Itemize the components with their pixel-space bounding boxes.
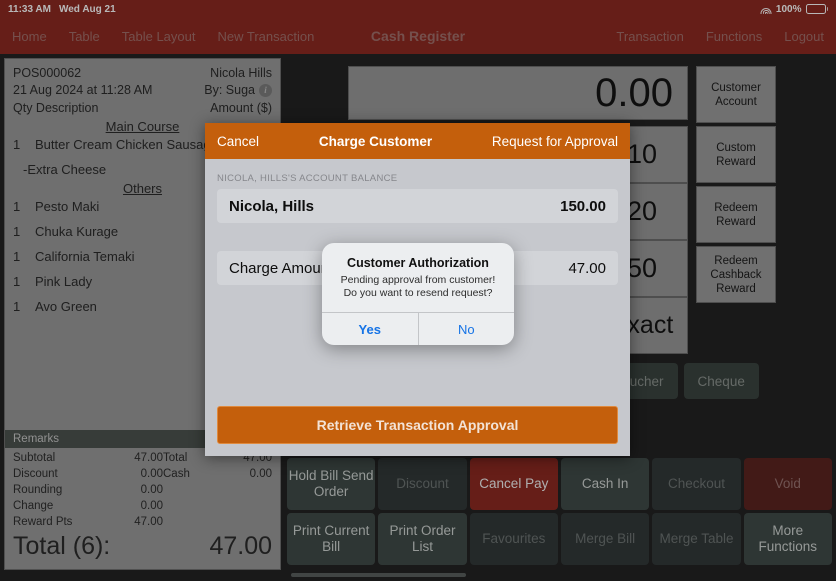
account-balance-row[interactable]: Nicola, Hills 150.00 [217, 189, 618, 223]
modal-title-bar: Cancel Charge Customer Request for Appro… [205, 123, 630, 159]
account-balance-name: Nicola, Hills [229, 197, 315, 215]
alert-button-row: Yes No [322, 312, 514, 345]
charge-amount-label: Charge Amount [229, 259, 334, 277]
account-balance-value: 150.00 [560, 197, 606, 215]
retrieve-transaction-approval-button[interactable]: Retrieve Transaction Approval [217, 406, 618, 444]
modal-title: Charge Customer [318, 133, 433, 149]
request-for-approval-button[interactable]: Request for Approval [492, 134, 618, 149]
alert-title: Customer Authorization [347, 256, 489, 270]
alert-message: Pending approval from customer! Do you w… [340, 274, 496, 299]
modal-cancel-button[interactable]: Cancel [217, 134, 259, 149]
alert-no-button[interactable]: No [417, 313, 515, 345]
alert-yes-button[interactable]: Yes [322, 313, 418, 345]
modal-footer: Retrieve Transaction Approval [205, 396, 630, 456]
account-balance-section-label: Nicola, Hills's Account Balance [217, 173, 398, 184]
alert-body: Customer Authorization Pending approval … [322, 243, 514, 312]
customer-authorization-alert: Customer Authorization Pending approval … [322, 243, 514, 345]
charge-amount-value: 47.00 [568, 259, 606, 277]
pos-app-window: 11:33 AM Wed Aug 21 100% Cash Register H… [0, 0, 836, 581]
